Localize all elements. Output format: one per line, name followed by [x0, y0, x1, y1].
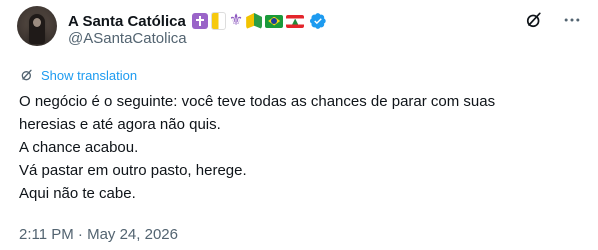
- brazil-flag-icon: [265, 14, 284, 28]
- show-translation-label[interactable]: Show translation: [41, 68, 137, 83]
- display-name[interactable]: A Santa Católica: [68, 13, 186, 30]
- tweet-line: O negócio é o seguinte: você teve todas …: [19, 93, 496, 110]
- avatar-face: [33, 18, 41, 27]
- tweet-line: Vá pastar em outro pasto, herege.: [19, 162, 247, 179]
- slashed-circle-icon: [526, 12, 541, 28]
- vatican-flag-icon: [210, 12, 226, 30]
- avatar[interactable]: [17, 6, 57, 46]
- lebanon-flag-icon: [286, 14, 305, 28]
- tweet-header-actions: [522, 8, 584, 32]
- latin-cross-icon: [191, 13, 208, 29]
- tweet-timestamp[interactable]: 2:11 PM · May 24, 2026: [19, 226, 178, 243]
- beginner-symbol-icon: [246, 13, 263, 29]
- show-translation-link[interactable]: Show translation: [19, 67, 137, 83]
- tweet-line: Aqui não te cabe.: [19, 185, 136, 202]
- fleur-de-lis-icon: ⚜: [228, 12, 244, 29]
- tweet-line: heresias e até agora não quis.: [19, 116, 221, 133]
- tweet-line: A chance acabou.: [19, 139, 139, 156]
- more-button[interactable]: [560, 8, 584, 32]
- name-row: A Santa Católica ⚜: [68, 10, 327, 32]
- tweet-text: O negócio é o seguinte: você teve todas …: [19, 90, 579, 205]
- more-horizontal-icon: [564, 18, 580, 22]
- verified-badge-icon[interactable]: [309, 12, 327, 30]
- translate-icon: [21, 69, 32, 81]
- grok-button[interactable]: [522, 8, 546, 32]
- author-handle[interactable]: @ASantaCatolica: [68, 30, 187, 47]
